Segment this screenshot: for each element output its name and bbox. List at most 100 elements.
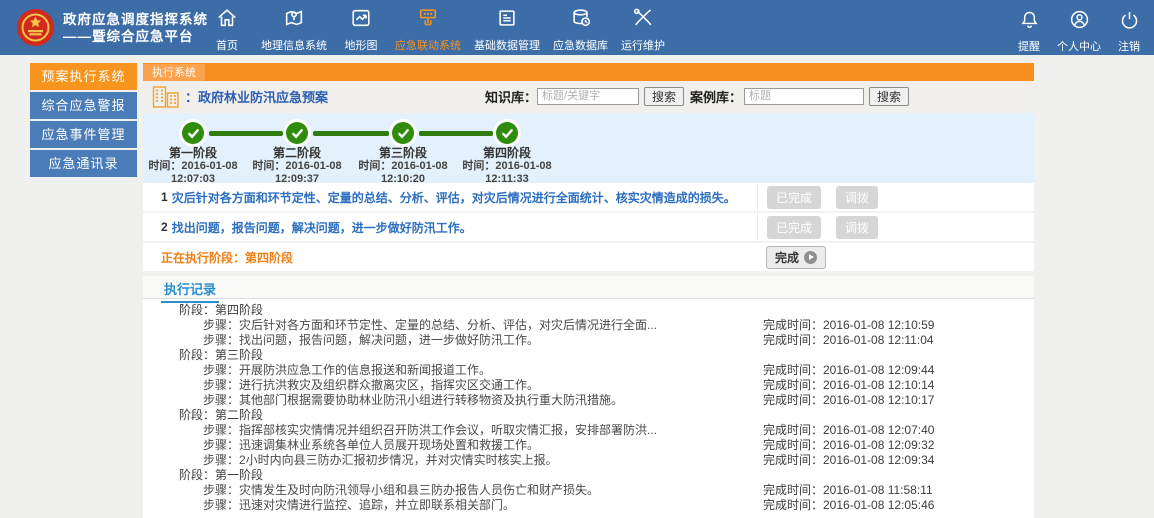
nav-label: 基础数据管理 (474, 37, 540, 53)
user-icon (1069, 9, 1090, 35)
menu-item-logout[interactable]: 注销 (1114, 9, 1144, 54)
task-text: 找出问题，报告问题，解决问题，进一步做好防汛工作。 (172, 219, 472, 236)
nav-item-maintenance[interactable]: 运行维护 (621, 7, 665, 53)
stage-date: 时间：2016-01-08 (442, 160, 572, 173)
task-actions: 已完成 调拨 (757, 213, 1034, 241)
record-stage-row: 阶段：第二阶段 (143, 408, 1034, 423)
left-sidebar: 预案执行系统 综合应急警报 应急事件管理 应急通讯录 (30, 63, 137, 179)
record-step-row: 步骤：迅速调集林业系统各单位人员展开现场处置和救援工作。 完成时间：2016-01… (143, 438, 1034, 453)
stage1-check-icon (179, 119, 207, 147)
timeline-connector (209, 131, 283, 136)
tab-bar: 执行系统 (143, 63, 1034, 81)
current-stage-actions: 完成 (757, 243, 1034, 271)
current-stage-label: 正在执行阶段：第四阶段 (161, 249, 293, 266)
record-step-time: 完成时间：2016-01-08 12:09:34 (763, 453, 934, 468)
finish-button[interactable]: 完成 (766, 246, 826, 269)
task-list: 1 灾后针对各方面和环节定性、定量的总结、分析、评估，对灾后情况进行全面统计、核… (143, 183, 1034, 273)
national-emblem-logo (16, 8, 55, 47)
current-stage-row: 正在执行阶段：第四阶段 完成 (143, 243, 1034, 273)
menu-label: 注销 (1118, 38, 1140, 54)
record-step-row: 步骤：迅速对灾情进行监控、追踪，并立即联系相关部门。 完成时间：2016-01-0… (143, 498, 1034, 513)
task-row-1: 1 灾后针对各方面和环节定性、定量的总结、分析、评估，对灾后情况进行全面统计、核… (143, 183, 1034, 213)
home-icon (216, 7, 238, 34)
app-title-line1: 政府应急调度指挥系统 (63, 11, 208, 28)
record-step-row: 步骤：指挥部核实灾情情况并组织召开防洪工作会议，听取灾情汇报，安排部署防洪...… (143, 423, 1034, 438)
execution-record-list: 阶段：第四阶段步骤：灾后针对各方面和环节定性、定量的总结、分析、评估，对灾后情况… (143, 299, 1034, 513)
task-number: 1 (161, 190, 168, 204)
nav-item-gis[interactable]: 地理信息系统 (261, 7, 327, 53)
knowledge-search-button[interactable]: 搜索 (644, 87, 684, 106)
record-step-row: 步骤：灾情发生及时向防汛领导小组和县三防办报告人员伤亡和财产损失。完成时间：20… (143, 483, 1034, 498)
case-base-label: 案例库： (690, 87, 742, 106)
database-icon (570, 7, 592, 34)
record-stage-row: 阶段：第三阶段 (143, 348, 1034, 363)
dispatch-button[interactable]: 调拨 (836, 216, 878, 239)
plan-title: ：政府林业防汛应急预案 (185, 87, 328, 106)
execution-records-header: 执行记录 (143, 276, 1034, 299)
dispatch-button[interactable]: 调拨 (836, 186, 878, 209)
task-row-2: 2 找出问题，报告问题，解决问题，进一步做好防汛工作。 已完成 调拨 (143, 213, 1034, 243)
record-step-text: 步骤：进行抗洪救灾及组织群众撤离灾区，指挥灾区交通工作。 (203, 378, 539, 392)
record-step-text: 步骤：迅速对灾情进行监控、追踪，并立即联系相关部门。 (203, 498, 515, 512)
main-nav: 首页 地理信息系统 地形图 应急联动系统 (206, 7, 665, 53)
document-icon (496, 7, 518, 34)
record-step-row: 步骤：2小时内向县三防办汇报初步情况，并对灾情实时核实上报。完成时间：2016-… (143, 453, 1034, 468)
plan-title-row: ：政府林业防汛应急预案 知识库： 搜索 案例库： 搜索 (143, 81, 1034, 111)
record-step-text: 步骤：指挥部核实灾情情况并组织召开防洪工作会议，听取灾情汇报，安排部署防洪... (203, 423, 657, 437)
nav-item-terrain-map[interactable]: 地形图 (340, 7, 382, 53)
nav-item-emergency-database[interactable]: 应急数据库 (553, 7, 608, 53)
menu-item-profile[interactable]: 个人中心 (1057, 9, 1101, 54)
record-step-time: 完成时间：2016-01-08 12:09:32 (763, 438, 934, 453)
record-step-row: 步骤：灾后针对各方面和环节定性、定量的总结、分析、评估，对灾后情况进行全面...… (143, 318, 1034, 333)
play-circle-icon (804, 251, 817, 264)
record-step-text: 步骤：迅速调集林业系统各单位人员展开现场处置和救援工作。 (203, 438, 539, 452)
record-step-row: 步骤：其他部门根据需要协助林业防汛小组进行转移物资及执行重大防汛措施。完成时间：… (143, 393, 1034, 408)
record-stage-row: 阶段：第一阶段 (143, 468, 1034, 483)
power-icon (1119, 9, 1140, 35)
menu-label: 个人中心 (1057, 38, 1101, 54)
menu-item-alerts[interactable]: 提醒 (1014, 9, 1044, 54)
bell-icon (1019, 9, 1040, 35)
record-step-text: 步骤：其他部门根据需要协助林业防汛小组进行转移物资及执行重大防汛措施。 (203, 393, 623, 407)
nav-label: 应急联动系统 (395, 37, 461, 53)
case-search-button[interactable]: 搜索 (869, 87, 909, 106)
sos-hand-icon (417, 7, 439, 34)
finish-button-label: 完成 (775, 249, 799, 266)
timeline-connector (313, 131, 389, 136)
completed-button[interactable]: 已完成 (767, 186, 821, 209)
sidebar-item-emergency-alarm[interactable]: 综合应急警报 (30, 92, 137, 119)
knowledge-base-label: 知识库： (485, 87, 537, 106)
task-actions: 已完成 调拨 (757, 183, 1034, 211)
tab-execution-system[interactable]: 执行系统 (143, 64, 205, 82)
nav-label: 应急数据库 (553, 37, 608, 53)
buildings-icon (152, 85, 180, 108)
case-search-input[interactable] (744, 88, 864, 105)
record-step-time: 完成时间：2016-01-08 12:10:14 (763, 378, 934, 393)
record-step-text: 步骤：找出问题，报告问题，解决问题，进一步做好防汛工作。 (203, 333, 539, 347)
stage4-label: 第四阶段 时间：2016-01-08 12:11:33 (442, 147, 572, 185)
main-content: 执行系统 ：政府林业防汛应急预案 知识库： 搜索 案例库： 搜索 (143, 63, 1034, 518)
stage-name: 第四阶段 (442, 147, 572, 160)
record-step-row: 步骤：进行抗洪救灾及组织群众撤离灾区，指挥灾区交通工作。 完成时间：2016-01… (143, 378, 1034, 393)
sidebar-item-contacts[interactable]: 应急通讯录 (30, 150, 137, 177)
stage4-check-icon (493, 119, 521, 147)
knowledge-search-input[interactable] (537, 88, 639, 105)
stage3-check-icon (389, 119, 417, 147)
record-step-text: 步骤：开展防洪应急工作的信息报送和新闻报道工作。 (203, 363, 491, 377)
nav-item-base-data[interactable]: 基础数据管理 (474, 7, 540, 53)
tools-icon (632, 7, 654, 34)
user-menu: 提醒 个人中心 注销 (1014, 9, 1144, 54)
menu-label: 提醒 (1018, 38, 1040, 54)
record-step-time: 完成时间：2016-01-08 12:10:59 (763, 318, 934, 333)
record-step-time: 完成时间：2016-01-08 12:07:40 (763, 423, 934, 438)
nav-label: 首页 (216, 37, 238, 53)
sidebar-item-event-management[interactable]: 应急事件管理 (30, 121, 137, 148)
record-step-time: 完成时间：2016-01-08 12:05:46 (763, 498, 934, 513)
nav-item-emergency-linkage[interactable]: 应急联动系统 (395, 7, 461, 53)
nav-label: 运行维护 (621, 37, 665, 53)
top-header-bar: 政府应急调度指挥系统 ——暨综合应急平台 首页 地理信息系统 地形图 (0, 0, 1154, 55)
sidebar-item-plan-execution[interactable]: 预案执行系统 (30, 63, 137, 90)
nav-item-home[interactable]: 首页 (206, 7, 248, 53)
stage2-check-icon (283, 119, 311, 147)
completed-button[interactable]: 已完成 (767, 216, 821, 239)
